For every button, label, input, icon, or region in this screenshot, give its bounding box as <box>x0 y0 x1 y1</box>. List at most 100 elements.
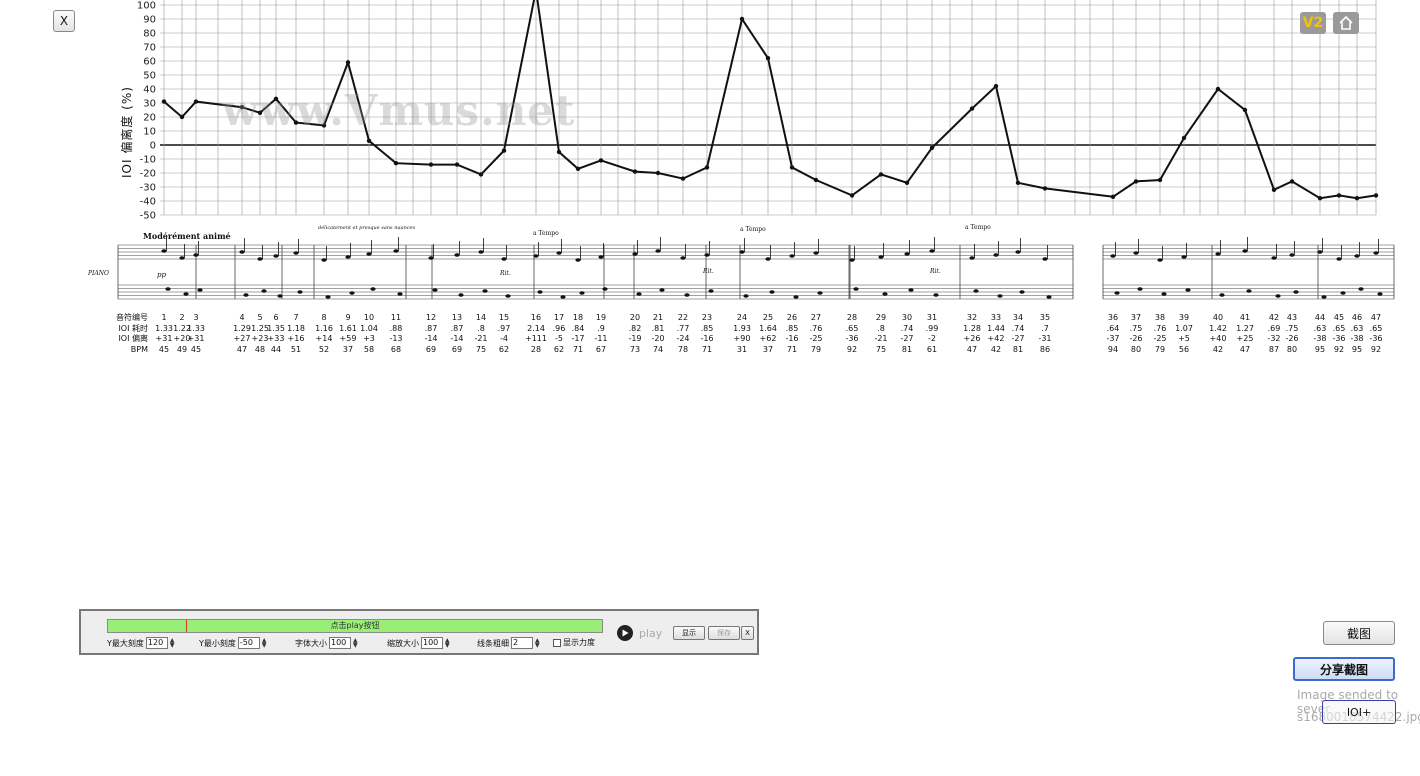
note-head <box>1046 295 1052 299</box>
note-head <box>1219 293 1225 297</box>
note-head <box>349 291 355 295</box>
note-head <box>1246 289 1252 293</box>
note-head <box>161 249 167 253</box>
note-head <box>793 295 799 299</box>
home-button[interactable] <box>1333 12 1359 34</box>
v2-badge-button[interactable]: V2 <box>1300 12 1326 34</box>
zoom-input[interactable]: 100 <box>421 637 443 649</box>
note-head <box>933 293 939 297</box>
data-point <box>929 145 935 150</box>
data-point <box>765 56 771 61</box>
show-button[interactable]: 显示 <box>673 626 705 640</box>
data-point <box>704 165 710 170</box>
play-label[interactable]: play <box>639 627 662 640</box>
note-head <box>1289 253 1295 257</box>
table-cell: .99 <box>925 323 939 333</box>
note-head <box>997 294 1003 298</box>
ymin-stepper[interactable]: ▲ ▼ <box>262 638 267 649</box>
note-head <box>769 290 775 294</box>
data-point <box>273 96 279 102</box>
show-dynamics-checkbox[interactable]: 显示力度 <box>553 637 595 648</box>
table-cell: 81 <box>1012 344 1024 354</box>
y-tick-label: 70 <box>143 43 156 54</box>
play-button[interactable] <box>617 625 633 641</box>
note-head <box>1358 287 1364 291</box>
y-tick-label: 30 <box>143 99 156 110</box>
data-point <box>1271 187 1277 192</box>
data-point <box>239 105 245 110</box>
note-head <box>1373 251 1379 255</box>
panel-close-button[interactable]: X <box>741 626 754 640</box>
note-head <box>257 257 263 261</box>
note-head <box>973 289 979 293</box>
note-head <box>454 253 460 257</box>
playback-progress-bar[interactable]: 点击play按钮 <box>107 619 603 633</box>
line-width-control: 线条粗细 2 ▲ ▼ <box>477 637 540 649</box>
line-width-stepper[interactable]: ▲ ▼ <box>535 638 540 649</box>
save-button[interactable]: 保存 <box>708 626 740 640</box>
font-size-input[interactable]: 100 <box>329 637 351 649</box>
screenshot-button[interactable]: 截图 <box>1323 621 1395 645</box>
data-point <box>293 120 299 125</box>
play-icon <box>622 629 629 637</box>
table-cell: .75 <box>1285 323 1299 333</box>
close-button[interactable]: X <box>53 10 75 32</box>
ymax-input[interactable]: 120 <box>145 637 168 649</box>
note-head <box>1157 258 1163 262</box>
progress-marker <box>186 620 187 632</box>
table-column: 34.74 -27 81 <box>1003 313 1033 355</box>
share-screenshot-button[interactable]: 分享截图 <box>1293 657 1395 681</box>
ymin-control: Y最小刻度 -50 ▲ ▼ <box>199 637 267 649</box>
table-cell: 43 <box>1286 313 1298 322</box>
note-head <box>537 290 543 294</box>
note-head <box>1293 290 1299 294</box>
note-head <box>853 287 859 291</box>
data-point <box>969 106 975 111</box>
note-head <box>789 254 795 258</box>
note-head <box>929 249 935 253</box>
data-point <box>161 99 167 104</box>
note-head <box>370 287 376 291</box>
note-head <box>908 288 914 292</box>
checkbox-box[interactable] <box>553 638 561 647</box>
note-head <box>428 256 434 260</box>
rit-marking: Rit. <box>929 268 941 275</box>
table-cell: -13 <box>389 334 403 343</box>
table-cell: .65 <box>845 323 859 333</box>
data-point <box>454 162 460 167</box>
font-size-label: 字体大小 <box>295 638 327 648</box>
ioi-plus-button[interactable]: IOI+ <box>1322 700 1396 724</box>
data-point <box>257 110 263 116</box>
table-cell: -36 <box>1369 334 1383 343</box>
font-size-stepper[interactable]: ▲ ▼ <box>353 638 358 649</box>
line-width-input[interactable]: 2 <box>511 637 533 649</box>
table-column: 28.65 -36 92 <box>837 313 867 355</box>
table-cell: 28 <box>846 313 858 322</box>
data-point <box>501 148 507 153</box>
note-head <box>183 292 189 296</box>
table-column: 23.85 -16 71 <box>692 313 722 355</box>
note-head <box>165 287 171 291</box>
note-head <box>193 253 199 257</box>
table-cell: 1.07 <box>1175 323 1193 333</box>
ymax-stepper[interactable]: ▲ ▼ <box>170 638 175 649</box>
zoom-stepper[interactable]: ▲ ▼ <box>445 638 450 649</box>
ymin-input[interactable]: -50 <box>237 637 260 649</box>
table-cell: 1.18 <box>287 323 305 333</box>
series-line-bridge <box>1044 187 1114 198</box>
data-point <box>598 158 604 163</box>
data-point <box>1181 135 1187 141</box>
table-cell: .65 <box>1369 323 1383 333</box>
table-cell: 27 <box>810 313 822 322</box>
y-tick-label: -40 <box>140 197 156 208</box>
data-point <box>1242 107 1248 113</box>
table-cell: 79 <box>810 344 822 354</box>
table-cell: -26 <box>1285 334 1299 343</box>
table-cell: -2 <box>928 334 936 343</box>
table-cell: +3 <box>363 334 375 343</box>
note-head <box>321 258 327 262</box>
table-cell: 1.27 <box>1236 323 1254 333</box>
data-point <box>1015 180 1021 185</box>
ymin-label: Y最小刻度 <box>199 638 236 648</box>
y-tick-label: -20 <box>140 169 156 180</box>
